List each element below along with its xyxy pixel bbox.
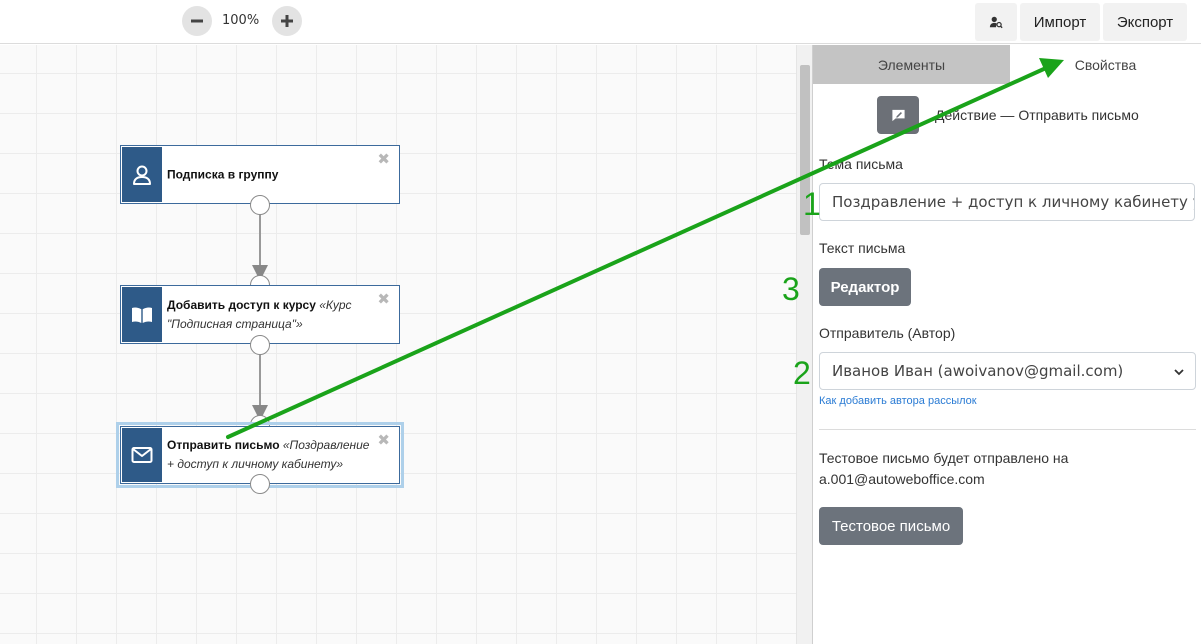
import-button[interactable]: Импорт	[1020, 3, 1100, 41]
subject-input[interactable]: Поздравление + доступ к личному кабинету…	[819, 183, 1195, 221]
node-icon-box	[122, 287, 162, 342]
node-port-out[interactable]	[250, 195, 270, 215]
connector-lines	[252, 215, 268, 421]
node-port-out[interactable]	[250, 474, 270, 494]
zoom-level: 100%	[222, 13, 260, 28]
sender-value: Иванов Иван (awoivanov@gmail.com)	[832, 362, 1124, 380]
user-icon	[133, 165, 151, 185]
action-title: Действие — Отправить письмо	[935, 107, 1139, 123]
action-icon-box	[877, 96, 919, 134]
user-search-icon	[989, 16, 1003, 29]
section-divider	[819, 429, 1196, 430]
panel-divider	[812, 45, 813, 644]
annotation-number-3: 3	[782, 271, 800, 307]
tab-properties[interactable]: Свойства	[1010, 45, 1201, 84]
plus-icon	[281, 15, 293, 27]
test-email-button[interactable]: Тестовое письмо	[819, 507, 963, 545]
node-title: Отправить письмо	[167, 438, 280, 452]
top-toolbar: 100% Импорт Экспорт	[0, 0, 1201, 44]
workflow-canvas[interactable]: Подписка в группу ✖ Добавить доступ к ку…	[0, 45, 796, 644]
subject-label: Тема письма	[819, 156, 903, 172]
canvas-scrollbar[interactable]	[796, 45, 812, 644]
zoom-in-button[interactable]	[272, 6, 302, 36]
body-label: Текст письма	[819, 240, 906, 256]
node-label: Добавить доступ к курсу «Курс "Подписная…	[167, 296, 377, 334]
tab-elements[interactable]: Элементы	[813, 45, 1010, 84]
minus-icon	[191, 19, 203, 23]
sender-label: Отправитель (Автор)	[819, 325, 956, 341]
close-icon[interactable]: ✖	[377, 433, 390, 448]
node-icon-box	[122, 428, 162, 482]
chevron-down-icon	[1174, 369, 1184, 376]
envelope-icon	[131, 447, 153, 463]
test-email-info: Тестовое письмо будет отправлено на a.00…	[819, 450, 1069, 487]
comment-edit-icon	[891, 109, 905, 121]
annotation-number-1: 1	[803, 186, 821, 222]
close-icon[interactable]: ✖	[377, 152, 390, 167]
add-author-link[interactable]: Как добавить автора рассылок	[819, 395, 977, 407]
export-button[interactable]: Экспорт	[1103, 3, 1187, 41]
node-label: Отправить письмо «Поздравление + доступ …	[167, 436, 377, 474]
node-port-out[interactable]	[250, 335, 270, 355]
editor-button[interactable]: Редактор	[819, 268, 911, 306]
close-icon[interactable]: ✖	[377, 292, 390, 307]
book-icon	[132, 306, 152, 323]
user-search-button[interactable]	[975, 3, 1017, 41]
node-label: Подписка в группу	[167, 165, 377, 184]
workflow-editor: 100% Импорт Экспорт Подписка в группу ✖ …	[0, 0, 1201, 644]
node-title: Добавить доступ к курсу	[167, 297, 316, 312]
zoom-out-button[interactable]	[182, 6, 212, 36]
node-icon-box	[122, 147, 162, 202]
annotation-number-2: 2	[793, 355, 811, 391]
sender-select[interactable]: Иванов Иван (awoivanov@gmail.com)	[819, 352, 1196, 390]
node-title: Подписка в группу	[167, 167, 279, 181]
